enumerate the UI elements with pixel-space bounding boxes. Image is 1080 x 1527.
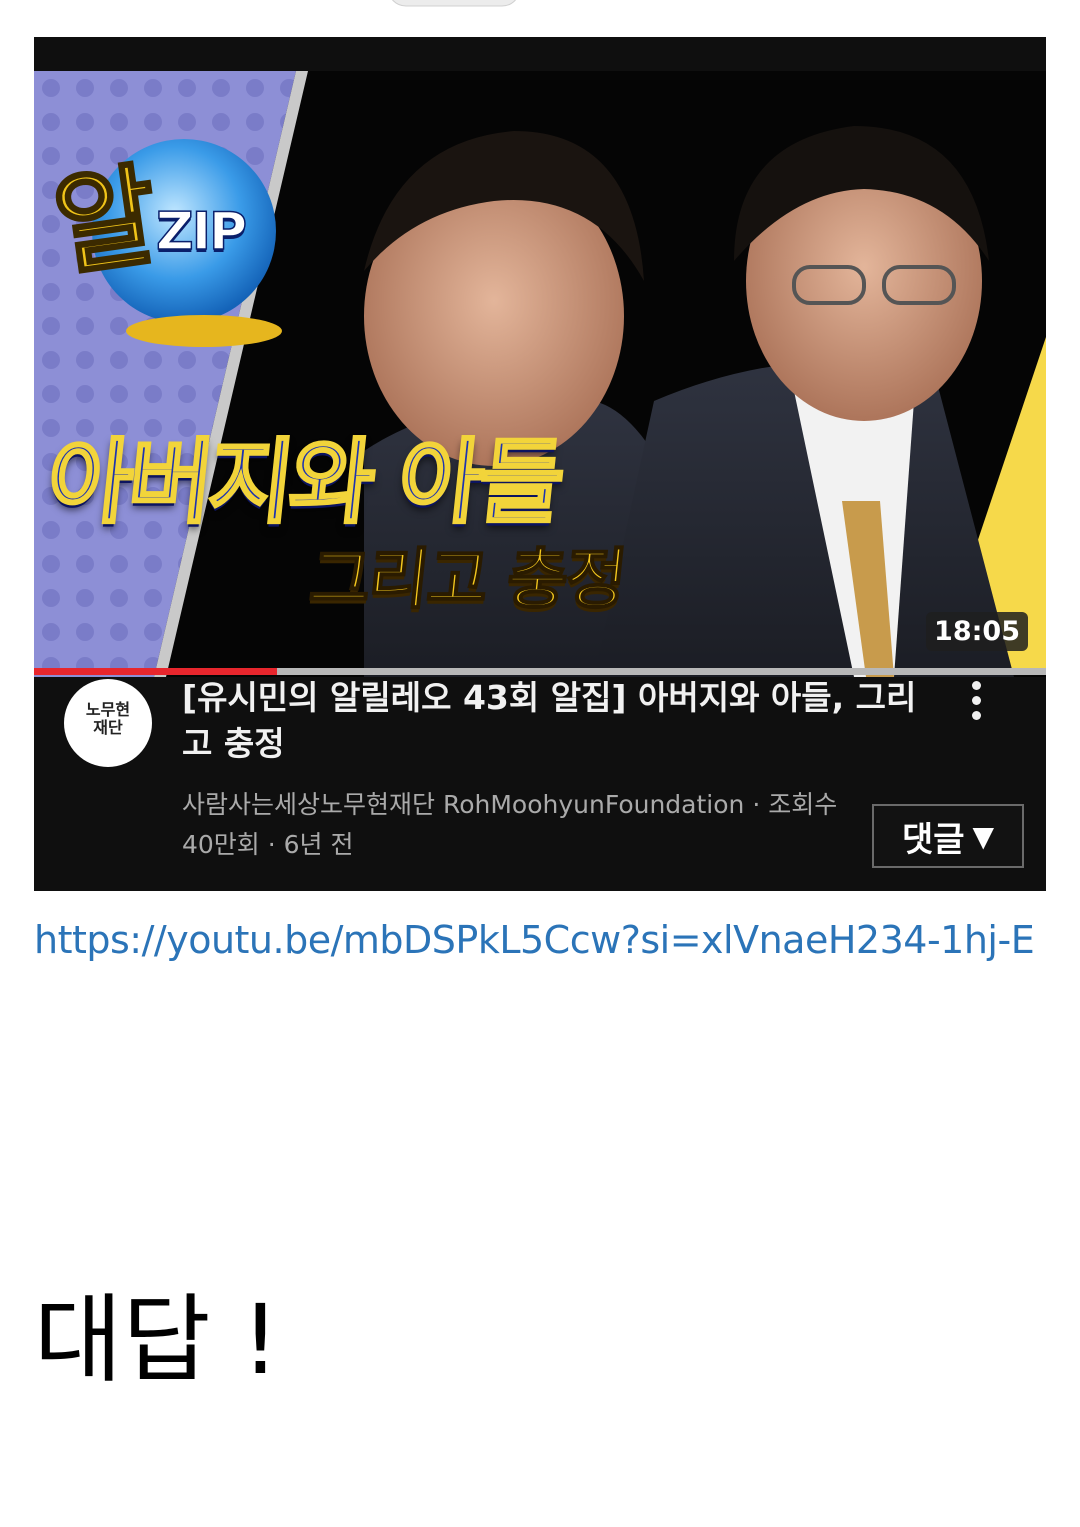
video-meta: 사람사는세상노무현재단 RohMoohyunFoundation · 조회수 4… [182, 790, 838, 859]
thumbnail-headline: 아버지와 아들 [41, 428, 567, 538]
more-options-icon[interactable] [966, 681, 986, 725]
thumbnail-subheadline: 그리고 충정 [305, 540, 630, 619]
cut-off-header [391, 0, 517, 7]
channel-logo-text: ZIP [155, 201, 248, 263]
video-thumbnail[interactable]: 알 ZIP 아버지와 아들 그리고 충정 18:05 [34, 71, 1046, 677]
video-title[interactable]: [유시민의 알릴레오 43회 알집] 아버지와 아들, 그리고 충정 [182, 675, 942, 767]
reply-text: 대답 ! [34, 1284, 280, 1396]
watch-progress-fill [34, 668, 277, 675]
duration-badge: 18:05 [926, 612, 1028, 651]
comments-label: 댓글 [901, 819, 965, 860]
watch-progress-bar [34, 668, 1046, 675]
post-page: 알 ZIP 아버지와 아들 그리고 충정 18:05 노무현 재단 [유시민의 알… [0, 0, 1080, 1527]
youtube-embed-card[interactable]: 알 ZIP 아버지와 아들 그리고 충정 18:05 노무현 재단 [유시민의 알… [34, 37, 1046, 891]
channel-avatar[interactable]: 노무현 재단 [64, 679, 152, 767]
avatar-logo-text: 노무현 재단 [85, 700, 131, 737]
caret-down-icon: ▼ [972, 819, 995, 853]
comments-toggle-button[interactable]: 댓글 ▼ [872, 804, 1024, 868]
video-link[interactable]: https://youtu.be/mbDSPkL5Ccw?si=xlVnaeH2… [34, 912, 1054, 968]
